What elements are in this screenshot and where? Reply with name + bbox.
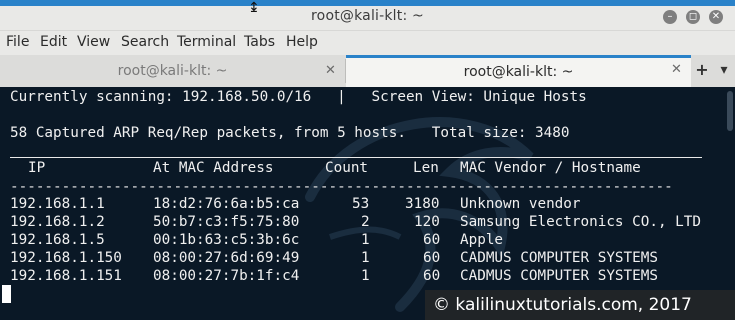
window-title: root@kali-klt: ~ <box>311 8 424 24</box>
menu-tabs[interactable]: Tabs <box>244 34 275 50</box>
row-len: 60 <box>423 250 441 266</box>
maximize-button[interactable]: ◻ <box>686 10 700 24</box>
close-button[interactable]: ✕ <box>709 10 723 24</box>
row-ip: 192.168.1.151 <box>10 268 122 284</box>
row-ip: 192.168.1.2 <box>10 214 105 230</box>
row-ip: 192.168.1.150 <box>10 250 122 266</box>
tab-bar: root@kali-klt: ~ ✕ root@kali-klt: ~ ✕ + … <box>0 55 735 88</box>
row-count: 1 <box>361 250 370 266</box>
row-len: 3180 <box>405 196 440 212</box>
row-mac: 50:b7:c3:f5:75:80 <box>153 214 300 230</box>
row-ip: 192.168.1.1 <box>10 196 105 212</box>
menu-search[interactable]: Search <box>121 34 169 50</box>
menu-view[interactable]: View <box>77 34 110 50</box>
copyright-watermark: © kalilinuxtutorials.com, 2017 <box>425 290 735 320</box>
row-count: 53 <box>352 196 370 212</box>
tab-1-label: root@kali-klt: ~ <box>117 63 228 79</box>
scan-status-line: Currently scanning: 192.168.50.0/16 | Sc… <box>10 89 587 105</box>
row-len: 120 <box>414 214 440 230</box>
row-len: 60 <box>423 268 441 284</box>
header-dash-rule: ----------------------------------------… <box>10 179 673 195</box>
menu-bar: File Edit View Search Terminal Tabs Help <box>0 31 735 55</box>
row-mac: 18:d2:76:6a:b5:ca <box>153 196 300 212</box>
menu-edit[interactable]: Edit <box>40 34 67 50</box>
header-ip: IP <box>28 160 46 176</box>
row-mac: 08:00:27:6d:69:49 <box>153 250 300 266</box>
terminal-cursor <box>2 285 11 303</box>
row-vendor: Apple <box>460 232 504 248</box>
header-len: Len <box>413 160 439 176</box>
row-vendor: CADMUS COMPUTER SYSTEMS <box>460 268 658 284</box>
tab-1[interactable]: root@kali-klt: ~ ✕ <box>0 55 345 87</box>
row-len: 60 <box>423 232 441 248</box>
row-count: 2 <box>361 214 370 230</box>
menu-help[interactable]: Help <box>286 34 318 50</box>
row-ip: 192.168.1.5 <box>10 232 105 248</box>
row-mac: 00:1b:63:c5:3b:6c <box>153 232 300 248</box>
header-vendor: MAC Vendor / Hostname <box>460 160 641 176</box>
minimize-button[interactable]: – <box>663 10 677 24</box>
header-top-rule <box>10 157 702 158</box>
tab-2-label: root@kali-klt: ~ <box>463 64 574 80</box>
row-vendor: CADMUS COMPUTER SYSTEMS <box>460 250 658 266</box>
header-mac: At MAC Address <box>153 160 274 176</box>
new-tab-button[interactable]: + <box>695 55 709 87</box>
tab-menu-button[interactable]: ▾ <box>716 55 732 87</box>
mouse-cursor-icon: ↨ <box>248 0 260 16</box>
window-titlebar[interactable]: root@kali-klt: ~ ↨ – ◻ ✕ <box>0 0 735 31</box>
row-mac: 08:00:27:7b:1f:c4 <box>153 268 300 284</box>
terminal-area[interactable]: Currently scanning: 192.168.50.0/16 | Sc… <box>0 87 735 320</box>
row-vendor: Samsung Electronics CO., LTD <box>460 214 702 230</box>
capture-summary-line: 58 Captured ARP Req/Rep packets, from 5 … <box>10 125 570 141</box>
row-count: 1 <box>361 268 370 284</box>
tab-2[interactable]: root@kali-klt: ~ ✕ <box>346 55 691 87</box>
row-count: 1 <box>361 232 370 248</box>
menu-terminal[interactable]: Terminal <box>177 34 236 50</box>
terminal-scrollbar[interactable] <box>727 91 733 131</box>
tab-2-close-icon[interactable]: ✕ <box>671 56 682 84</box>
header-count: Count <box>325 160 369 176</box>
tab-1-close-icon[interactable]: ✕ <box>325 55 336 87</box>
menu-file[interactable]: File <box>6 34 29 50</box>
row-vendor: Unknown vendor <box>460 196 581 212</box>
